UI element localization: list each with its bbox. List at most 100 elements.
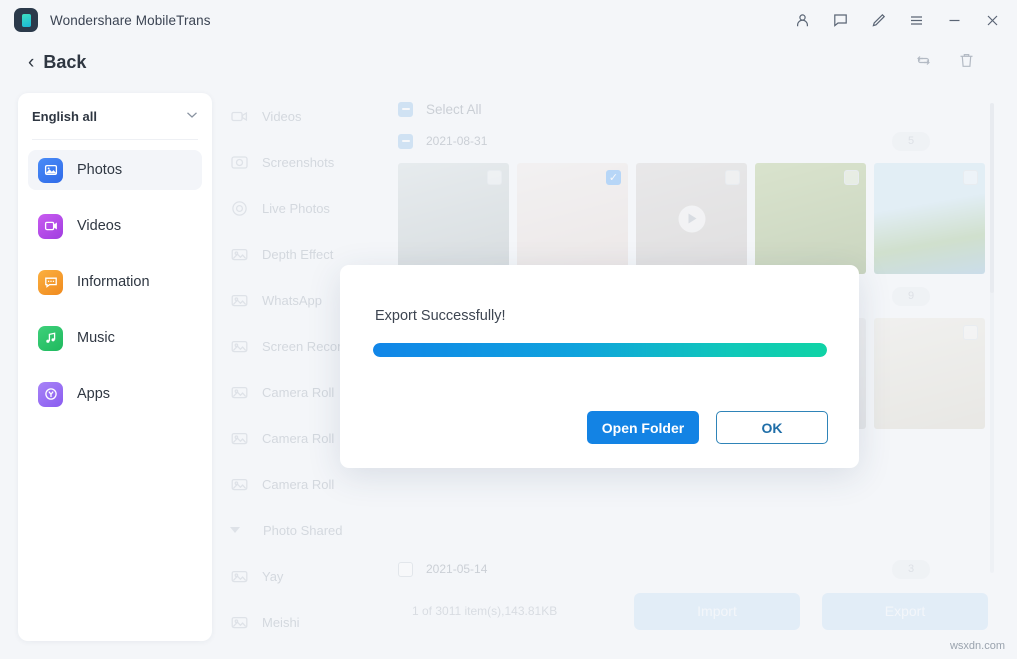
- date-group-header[interactable]: 2021-08-31 5: [398, 125, 998, 157]
- album-icon: [230, 291, 249, 310]
- information-icon: [38, 270, 63, 295]
- scrollbar-thumb[interactable]: [990, 103, 994, 293]
- select-all-row[interactable]: Select All: [398, 93, 998, 125]
- album-group-photo-shared[interactable]: Photo Shared: [222, 507, 394, 553]
- thumb-flowers[interactable]: ✓: [517, 163, 628, 274]
- sidebar-item-apps[interactable]: Apps: [28, 374, 202, 414]
- header-tools: [915, 40, 975, 85]
- album-label: Yay: [262, 569, 283, 584]
- album-label: Live Photos: [262, 201, 330, 216]
- edit-icon[interactable]: [863, 5, 893, 35]
- album-icon: [230, 337, 249, 356]
- date-group-checkbox[interactable]: [398, 134, 413, 149]
- album-label: Screenshots: [262, 155, 334, 170]
- thumb-checkbox[interactable]: [844, 170, 859, 185]
- date-group-checkbox[interactable]: [398, 562, 413, 577]
- sidebar-item-videos[interactable]: Videos: [28, 206, 202, 246]
- album-item-yay[interactable]: Yay: [222, 553, 394, 599]
- album-group-label: Photo Shared: [263, 523, 343, 538]
- album-label: Camera Roll: [262, 477, 334, 492]
- sidebar-item-label: Information: [77, 274, 150, 290]
- close-icon[interactable]: [977, 5, 1007, 35]
- select-all-label: Select All: [426, 102, 482, 117]
- date-group-count: 9: [892, 287, 930, 306]
- thumb-video[interactable]: [636, 163, 747, 274]
- vertical-scrollbar[interactable]: [990, 103, 994, 573]
- account-icon[interactable]: [787, 5, 817, 35]
- video-camera-icon: [230, 107, 249, 126]
- feedback-icon[interactable]: [825, 5, 855, 35]
- sidebar-item-label: Photos: [77, 162, 122, 178]
- album-label: Depth Effect: [262, 247, 333, 262]
- thumb-checkbox[interactable]: [963, 325, 978, 340]
- photo-row: ✓: [398, 163, 998, 274]
- progress-bar: [373, 343, 827, 357]
- chevron-left-icon: ‹: [28, 53, 34, 72]
- refresh-icon[interactable]: [915, 52, 932, 74]
- sidebar-item-photos[interactable]: Photos: [28, 150, 202, 190]
- title-bar: Wondershare MobileTrans: [0, 0, 1017, 40]
- language-value: English all: [32, 109, 97, 124]
- ok-button[interactable]: OK: [716, 411, 828, 444]
- album-item-live-photos[interactable]: Live Photos: [222, 185, 394, 231]
- date-group-count: 5: [892, 132, 930, 151]
- open-folder-button[interactable]: Open Folder: [587, 411, 699, 444]
- export-button[interactable]: Export: [822, 593, 988, 630]
- thumb-totoro[interactable]: [874, 318, 985, 429]
- live-photo-icon: [230, 199, 249, 218]
- sidebar-item-music[interactable]: Music: [28, 318, 202, 358]
- album-item-meishi[interactable]: Meishi: [222, 599, 394, 645]
- music-icon: [38, 326, 63, 351]
- sidebar-item-label: Apps: [77, 386, 110, 402]
- select-all-checkbox[interactable]: [398, 102, 413, 117]
- play-icon: [678, 205, 705, 232]
- screenshot-icon: [230, 153, 249, 172]
- trash-icon[interactable]: [958, 52, 975, 74]
- dialog-actions: Open Folder OK: [587, 411, 828, 444]
- album-item-screenshots[interactable]: Screenshots: [222, 139, 394, 185]
- sidebar: English all Photos: [18, 93, 212, 641]
- thumb-checkbox[interactable]: [487, 170, 502, 185]
- thumb-person[interactable]: [398, 163, 509, 274]
- sidebar-nav: Photos Videos: [18, 140, 212, 414]
- apps-icon: [38, 382, 63, 407]
- chevron-down-icon: [186, 110, 198, 122]
- date-group-label: 2021-08-31: [426, 134, 487, 148]
- progress-bar-fill: [373, 343, 827, 357]
- album-icon: [230, 567, 249, 586]
- thumb-checkbox[interactable]: ✓: [606, 170, 621, 185]
- mobiletrans-logo-icon: [14, 8, 38, 32]
- sidebar-item-information[interactable]: Information: [28, 262, 202, 302]
- dialog-title: Export Successfully!: [375, 308, 506, 324]
- album-icon: [230, 429, 249, 448]
- application-window: Wondershare MobileTrans: [0, 0, 1017, 659]
- sidebar-item-label: Music: [77, 330, 115, 346]
- videos-icon: [38, 214, 63, 239]
- album-label: Videos: [262, 109, 302, 124]
- back-button[interactable]: ‹ Back: [28, 52, 86, 73]
- import-button[interactable]: Import: [634, 593, 800, 630]
- album-label: WhatsApp: [262, 293, 322, 308]
- app-title: Wondershare MobileTrans: [50, 13, 211, 28]
- date-group-count: 3: [892, 560, 930, 579]
- photos-icon: [38, 158, 63, 183]
- watermark: wsxdn.com: [950, 640, 1005, 652]
- minimize-icon[interactable]: [939, 5, 969, 35]
- album-icon: [230, 245, 249, 264]
- thumb-checkbox[interactable]: [963, 170, 978, 185]
- sidebar-item-label: Videos: [77, 218, 121, 234]
- thumb-beach[interactable]: [874, 163, 985, 274]
- language-selector[interactable]: English all: [32, 93, 198, 140]
- album-label: Camera Roll: [262, 385, 334, 400]
- window-controls: [787, 0, 1007, 40]
- page-header: ‹ Back: [0, 40, 1017, 85]
- album-item-videos[interactable]: Videos: [222, 93, 394, 139]
- menu-icon[interactable]: [901, 5, 931, 35]
- thumb-checkbox[interactable]: [725, 170, 740, 185]
- thumb-leaves[interactable]: [755, 163, 866, 274]
- triangle-down-icon: [230, 527, 240, 533]
- album-icon: [230, 613, 249, 632]
- album-label: Meishi: [262, 615, 300, 630]
- export-success-dialog: Export Successfully! Open Folder OK: [340, 265, 859, 468]
- album-icon: [230, 475, 249, 494]
